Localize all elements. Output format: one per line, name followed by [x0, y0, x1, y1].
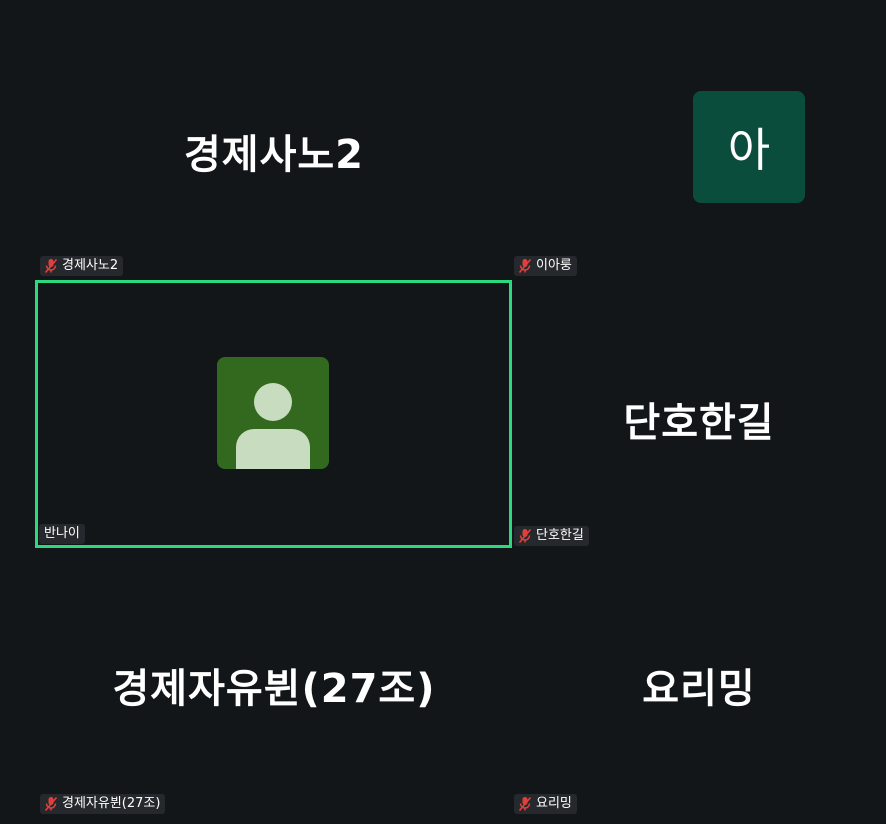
mic-off-icon — [44, 258, 58, 274]
participant-name: 경제사노2 — [62, 258, 119, 273]
avatar-letter: 아 — [727, 123, 771, 177]
participant-name-tag: 경제자유뷘(27조) — [40, 794, 166, 814]
mic-off-icon — [518, 528, 532, 544]
participant-display-name: 경제자유뷘(27조) — [112, 666, 436, 712]
participant-name: 반나이 — [44, 526, 80, 541]
participant-display-name: 요리밍 — [642, 666, 756, 712]
avatar: 아 — [693, 91, 805, 203]
participant-name-tag: 요리밍 — [514, 794, 577, 814]
participant-name-tag: 반나이 — [39, 524, 85, 544]
participant-tile-active[interactable]: 반나이 — [35, 280, 512, 548]
mic-off-icon — [44, 796, 58, 812]
participant-name: 이아룽 — [536, 258, 572, 273]
person-avatar-icon — [217, 357, 329, 469]
participant-name-tag: 이아룽 — [514, 256, 577, 276]
participant-name: 단호한길 — [536, 528, 584, 543]
mic-off-icon — [518, 258, 532, 274]
video-grid: 경제사노2 경제사노2 아 이아룽 반나이 단호한길 단호한길 경제자유뷘(27… — [0, 0, 886, 824]
participant-tile[interactable]: 경제자유뷘(27조) 경제자유뷘(27조) — [36, 548, 512, 816]
participant-tile[interactable]: 단호한길 단호한길 — [512, 280, 886, 548]
participant-tile[interactable]: 경제사노2 경제사노2 — [36, 12, 512, 280]
participant-tile[interactable]: 아 이아룽 — [512, 12, 886, 280]
participant-display-name: 경제사노2 — [183, 132, 365, 178]
mic-off-icon — [518, 796, 532, 812]
participant-display-name: 단호한길 — [623, 400, 775, 446]
participant-name: 경제자유뷘(27조) — [62, 796, 161, 811]
participant-name-tag: 단호한길 — [514, 526, 589, 546]
participant-name-tag: 경제사노2 — [40, 256, 124, 276]
participant-name: 요리밍 — [536, 796, 572, 811]
participant-tile[interactable]: 요리밍 요리밍 — [512, 548, 886, 816]
